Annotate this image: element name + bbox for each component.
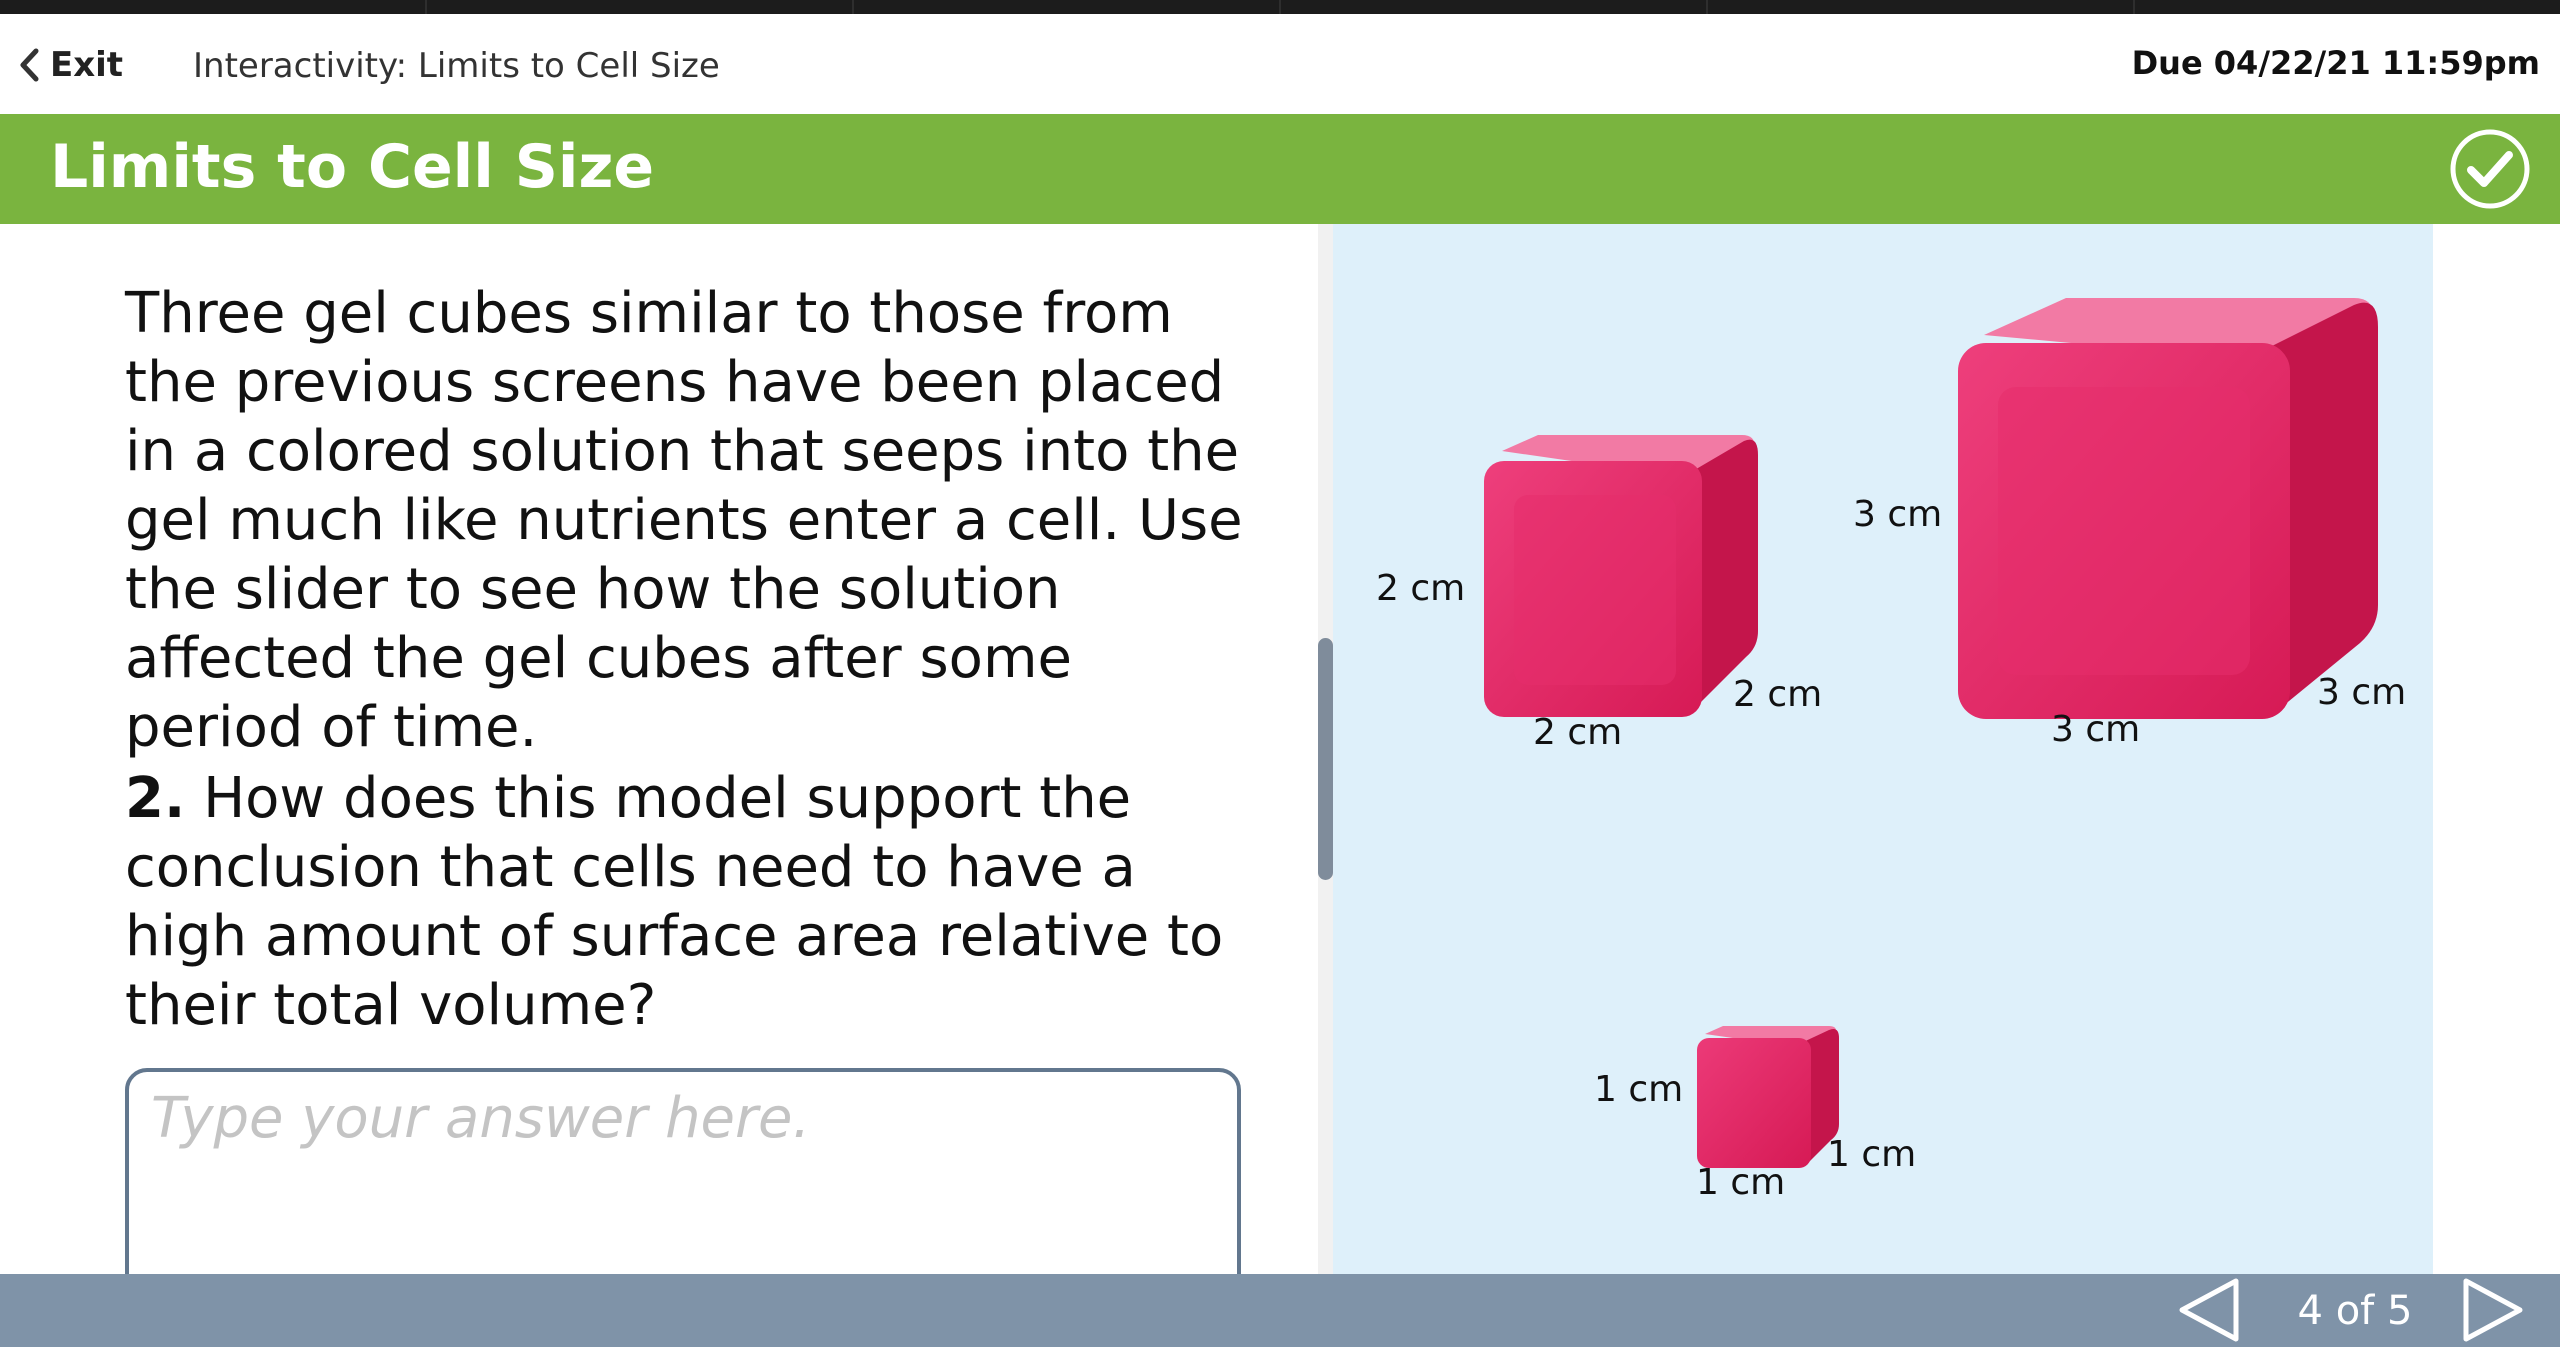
exit-button[interactable]: Exit: [18, 42, 123, 88]
large-cube-width-label: 3 cm: [2051, 709, 2141, 750]
gel-cube-small: [1697, 1026, 1839, 1168]
right-margin: [2433, 224, 2560, 1274]
small-cube-depth-label: 1 cm: [1827, 1134, 1917, 1175]
question-number: 2.: [125, 766, 186, 831]
answer-input[interactable]: [125, 1068, 1241, 1274]
page-title: Limits to Cell Size: [50, 132, 655, 202]
triangle-left-icon[interactable]: [2176, 1276, 2244, 1348]
triangle-right-icon[interactable]: [2458, 1276, 2526, 1348]
question-body: How does this model support the conclusi…: [125, 766, 1224, 1038]
large-cube-depth-label: 3 cm: [2317, 672, 2407, 713]
question-pane: Three gel cubes similar to those from th…: [0, 224, 1318, 1274]
header-bar: Exit Interactivity: Limits to Cell Size …: [0, 14, 2560, 114]
medium-cube-width-label: 2 cm: [1533, 712, 1623, 753]
top-strip-segment: [2135, 0, 2560, 14]
large-cube-height-label: 3 cm: [1853, 494, 1943, 535]
chevron-left-icon: [18, 48, 40, 82]
scrollbar-thumb[interactable]: [1318, 638, 1333, 880]
small-cube-width-label: 1 cm: [1696, 1162, 1786, 1203]
title-bar: Limits to Cell Size: [0, 114, 2560, 224]
due-date: Due 04/22/21 11:59pm: [2131, 44, 2540, 82]
medium-cube-height-label: 2 cm: [1376, 568, 1466, 609]
top-strip-segment: [1708, 0, 2135, 14]
check-circle-icon[interactable]: [2448, 127, 2532, 211]
medium-cube-depth-label: 2 cm: [1733, 674, 1823, 715]
intro-text: Three gel cubes similar to those from th…: [125, 281, 1243, 760]
top-strip-segment: [854, 0, 1281, 14]
top-strip: [0, 0, 2560, 14]
page-indicator: 4 of 5: [2297, 1288, 2413, 1334]
figure-pane: 2 cm 2 cm 2 cm 3 cm 3 cm 3 cm 1 cm 1 cm …: [1333, 224, 2433, 1274]
top-strip-segment: [1281, 0, 1708, 14]
top-strip-segment: [0, 0, 427, 14]
top-strip-segment: [427, 0, 854, 14]
exit-label: Exit: [50, 45, 124, 85]
activity-title: Interactivity: Limits to Cell Size: [193, 46, 720, 86]
small-cube-height-label: 1 cm: [1594, 1069, 1684, 1110]
question-text: 2. How does this model support the concl…: [125, 764, 1265, 1040]
gel-cube-medium: [1484, 435, 1758, 717]
footer-nav: 4 of 5: [0, 1274, 2560, 1347]
gel-cube-large: [1958, 298, 2378, 719]
